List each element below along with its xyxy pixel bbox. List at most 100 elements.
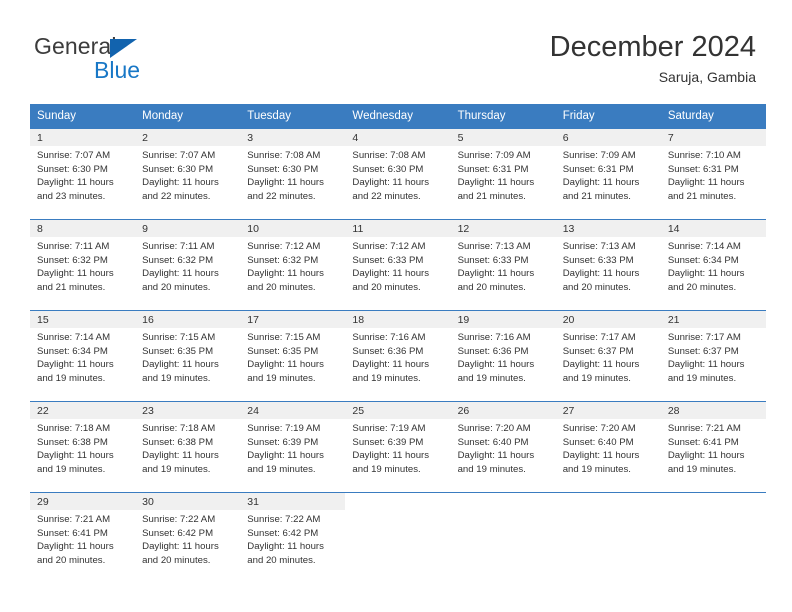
sunrise-time: Sunrise: 7:12 AM (247, 241, 321, 252)
weekday-header-wednesday: Wednesday (345, 104, 451, 129)
calendar-day-cell[interactable]: 20 Sunrise: 7:17 AM Sunset: 6:37 PM Dayligh… (555, 310, 661, 402)
sunrise-time: Sunrise: 7:21 AM (37, 514, 111, 525)
calendar-day-cell[interactable]: 28 Sunrise: 7:21 AM Sunset: 6:41 PM Dayligh… (660, 401, 766, 493)
daylight-duration-line1: Daylight: 11 hours (37, 268, 114, 280)
sunrise-time: Sunrise: 7:21 AM (667, 423, 741, 434)
weekday-header-saturday: Saturday (660, 104, 766, 129)
day-number: 29 (30, 493, 136, 510)
calendar-day-cell[interactable]: 14 Sunrise: 7:14 AM Sunset: 6:34 PM Dayligh… (660, 219, 766, 311)
sunset-time: Sunset: 6:38 PM (37, 436, 108, 448)
daylight-duration-line1: Daylight: 11 hours (247, 268, 324, 280)
calendar-day-cell[interactable]: 2 Sunrise: 7:07 AM Sunset: 6:30 PM Daylight… (135, 128, 241, 220)
sunrise-time: Sunrise: 7:19 AM (247, 423, 321, 434)
sunrise-time: Sunrise: 7:20 AM (457, 423, 531, 434)
sunset-time: Sunset: 6:31 PM (667, 163, 739, 175)
sunset-time: Sunset: 6:30 PM (37, 163, 108, 175)
calendar-day-cell[interactable]: 3 Sunrise: 7:08 AM Sunset: 6:30 PM Daylight… (240, 128, 346, 220)
day-sun-info: Sunrise: 7:15 AM Sunset: 6:35 PM Daylight:… (135, 328, 240, 385)
sunrise-time: Sunrise: 7:15 AM (247, 332, 321, 343)
calendar-day-cell[interactable]: 8 Sunrise: 7:11 AM Sunset: 6:32 PM Daylight… (30, 219, 136, 311)
calendar-day-cell[interactable]: 16 Sunrise: 7:15 AM Sunset: 6:35 PM Dayligh… (135, 310, 241, 402)
calendar-day-cell[interactable]: 11 Sunrise: 7:12 AM Sunset: 6:33 PM Dayligh… (345, 219, 451, 311)
calendar-day-cell[interactable]: 5 Sunrise: 7:09 AM Sunset: 6:31 PM Daylight… (450, 128, 556, 220)
daylight-duration-line2: and 19 minutes. (37, 463, 106, 475)
calendar-day-cell[interactable]: 12 Sunrise: 7:13 AM Sunset: 6:33 PM Dayligh… (450, 219, 556, 311)
calendar-day-cell[interactable]: 6 Sunrise: 7:09 AM Sunset: 6:31 PM Daylight… (555, 128, 661, 220)
calendar-table: Sunday Monday Tuesday Wednesday Thursday Frid… (30, 104, 766, 583)
calendar-day-cell[interactable]: 21 Sunrise: 7:17 AM Sunset: 6:37 PM Dayligh… (660, 310, 766, 402)
day-cell-inner: 24 Sunrise: 7:19 AM Sunset: 6:39 PM Dayligh… (240, 402, 346, 492)
calendar-day-cell[interactable]: 17 Sunrise: 7:15 AM Sunset: 6:35 PM Dayligh… (240, 310, 346, 402)
day-cell-inner: 13 Sunrise: 7:13 AM Sunset: 6:33 PM Dayligh… (555, 220, 661, 310)
day-sun-info: Sunrise: 7:20 AM Sunset: 6:40 PM Daylight:… (556, 419, 661, 476)
sunrise-time: Sunrise: 7:10 AM (667, 150, 741, 161)
calendar-day-cell[interactable]: 26 Sunrise: 7:20 AM Sunset: 6:40 PM Dayligh… (450, 401, 556, 493)
calendar-day-cell[interactable]: 19 Sunrise: 7:16 AM Sunset: 6:36 PM Dayligh… (450, 310, 556, 402)
sunset-time: Sunset: 6:37 PM (562, 345, 634, 357)
daylight-duration-line2: and 19 minutes. (352, 463, 421, 475)
calendar-day-cell[interactable]: 15 Sunrise: 7:14 AM Sunset: 6:34 PM Dayligh… (30, 310, 136, 402)
daylight-duration-line2: and 19 minutes. (142, 463, 211, 475)
calendar-day-cell[interactable]: 10 Sunrise: 7:12 AM Sunset: 6:32 PM Dayligh… (240, 219, 346, 311)
calendar-day-cell[interactable]: 18 Sunrise: 7:16 AM Sunset: 6:36 PM Dayligh… (345, 310, 451, 402)
calendar-grid: Sunday Monday Tuesday Wednesday Thursday Frid… (30, 104, 766, 583)
day-sun-info: Sunrise: 7:16 AM Sunset: 6:36 PM Daylight:… (345, 328, 450, 385)
daylight-duration-line2: and 19 minutes. (247, 372, 316, 384)
sunset-time: Sunset: 6:35 PM (142, 345, 214, 357)
day-sun-info: Sunrise: 7:09 AM Sunset: 6:31 PM Daylight:… (451, 146, 556, 203)
general-blue-logo[interactable]: General Blue (34, 33, 244, 85)
day-number: 28 (660, 402, 766, 419)
day-sun-info: Sunrise: 7:11 AM Sunset: 6:32 PM Daylight:… (30, 237, 135, 294)
daylight-duration-line1: Daylight: 11 hours (37, 541, 114, 553)
calendar-cell-empty (450, 492, 556, 583)
daylight-duration-line2: and 20 minutes. (457, 281, 526, 293)
calendar-day-cell[interactable]: 23 Sunrise: 7:18 AM Sunset: 6:38 PM Dayligh… (135, 401, 241, 493)
day-sun-info: Sunrise: 7:19 AM Sunset: 6:39 PM Daylight:… (345, 419, 450, 476)
calendar-day-cell[interactable]: 7 Sunrise: 7:10 AM Sunset: 6:31 PM Daylight… (660, 128, 766, 220)
daylight-duration-line2: and 20 minutes. (352, 281, 421, 293)
sunrise-time: Sunrise: 7:14 AM (667, 241, 741, 252)
calendar-day-cell[interactable]: 31 Sunrise: 7:22 AM Sunset: 6:42 PM Dayligh… (240, 492, 346, 583)
sunset-time: Sunset: 6:37 PM (667, 345, 739, 357)
sunset-time: Sunset: 6:30 PM (247, 163, 319, 175)
sunrise-time: Sunrise: 7:08 AM (352, 150, 426, 161)
calendar-day-cell[interactable]: 9 Sunrise: 7:11 AM Sunset: 6:32 PM Daylight… (135, 219, 241, 311)
daylight-duration-line1: Daylight: 11 hours (37, 450, 114, 462)
calendar-day-cell[interactable]: 27 Sunrise: 7:20 AM Sunset: 6:40 PM Dayligh… (555, 401, 661, 493)
day-cell-inner: 23 Sunrise: 7:18 AM Sunset: 6:38 PM Dayligh… (135, 402, 241, 492)
weekday-header-monday: Monday (135, 104, 241, 129)
calendar-day-cell[interactable]: 1 Sunrise: 7:07 AM Sunset: 6:30 PM Daylight… (30, 128, 136, 220)
daylight-duration-line2: and 20 minutes. (37, 554, 106, 566)
calendar-day-cell[interactable]: 30 Sunrise: 7:22 AM Sunset: 6:42 PM Dayligh… (135, 492, 241, 583)
calendar-day-cell[interactable]: 25 Sunrise: 7:19 AM Sunset: 6:39 PM Dayligh… (345, 401, 451, 493)
day-number: 9 (135, 220, 241, 237)
calendar-day-cell[interactable]: 4 Sunrise: 7:08 AM Sunset: 6:30 PM Daylight… (345, 128, 451, 220)
day-sun-info: Sunrise: 7:14 AM Sunset: 6:34 PM Daylight:… (30, 328, 135, 385)
day-cell-inner: 12 Sunrise: 7:13 AM Sunset: 6:33 PM Dayligh… (450, 220, 556, 310)
day-sun-info: Sunrise: 7:22 AM Sunset: 6:42 PM Daylight:… (240, 510, 345, 567)
day-cell-inner: 15 Sunrise: 7:14 AM Sunset: 6:34 PM Dayligh… (30, 311, 136, 401)
calendar-day-cell[interactable]: 29 Sunrise: 7:21 AM Sunset: 6:41 PM Dayligh… (30, 492, 136, 583)
day-number: 30 (135, 493, 241, 510)
calendar-cell-empty (660, 492, 766, 583)
sunset-time: Sunset: 6:30 PM (352, 163, 424, 175)
sunrise-time: Sunrise: 7:13 AM (457, 241, 531, 252)
day-cell-inner: 26 Sunrise: 7:20 AM Sunset: 6:40 PM Dayligh… (450, 402, 556, 492)
daylight-duration-line2: and 19 minutes. (37, 372, 106, 384)
sunset-time: Sunset: 6:32 PM (142, 254, 214, 266)
daylight-duration-line2: and 19 minutes. (667, 463, 737, 475)
day-cell-inner: 16 Sunrise: 7:15 AM Sunset: 6:35 PM Dayligh… (135, 311, 241, 401)
calendar-day-cell[interactable]: 22 Sunrise: 7:18 AM Sunset: 6:38 PM Dayligh… (30, 401, 136, 493)
daylight-duration-line1: Daylight: 11 hours (142, 541, 219, 553)
day-cell-inner: 17 Sunrise: 7:15 AM Sunset: 6:35 PM Dayligh… (240, 311, 346, 401)
sunset-time: Sunset: 6:36 PM (352, 345, 424, 357)
day-number: 7 (660, 129, 766, 146)
daylight-duration-line2: and 19 minutes. (457, 463, 526, 475)
sunrise-time: Sunrise: 7:22 AM (142, 514, 216, 525)
day-number (345, 493, 451, 510)
sunset-time: Sunset: 6:39 PM (247, 436, 319, 448)
daylight-duration-line1: Daylight: 11 hours (247, 177, 324, 189)
sunset-time: Sunset: 6:33 PM (457, 254, 529, 266)
calendar-day-cell[interactable]: 13 Sunrise: 7:13 AM Sunset: 6:33 PM Dayligh… (555, 219, 661, 311)
calendar-day-cell[interactable]: 24 Sunrise: 7:19 AM Sunset: 6:39 PM Dayligh… (240, 401, 346, 493)
